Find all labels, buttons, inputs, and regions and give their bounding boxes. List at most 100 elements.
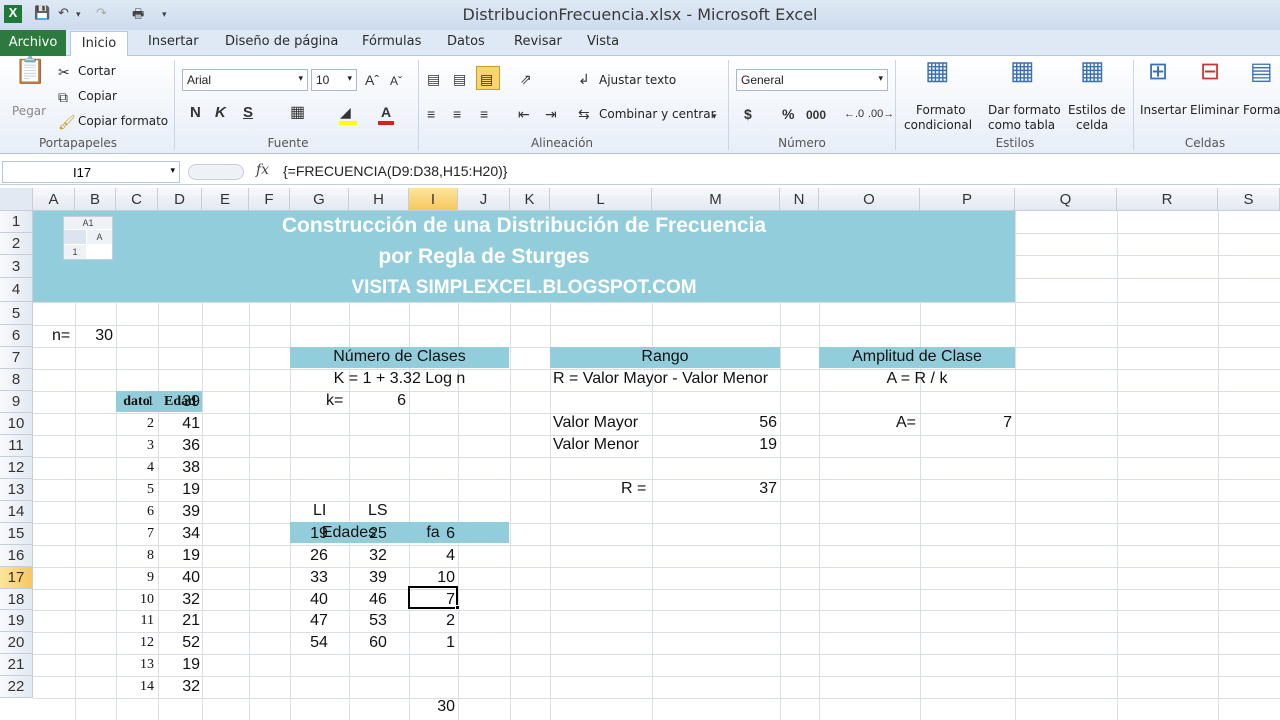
format-as-table-label-1[interactable]: Dar formato (988, 103, 1061, 117)
row-header-12[interactable]: 12 (0, 457, 33, 479)
formula-input[interactable]: {=FRECUENCIA(D9:D38,H15:H20)} (283, 163, 507, 179)
number-format-select[interactable]: General ▾ (736, 69, 888, 91)
column-header-n[interactable]: N (780, 188, 819, 211)
thousands-button[interactable]: 000 (806, 107, 826, 123)
column-header-s[interactable]: S (1218, 188, 1280, 211)
orientation-icon[interactable]: ⇗ (520, 71, 532, 87)
column-header-k[interactable]: K (510, 188, 550, 211)
decrease-font-icon[interactable]: Aˇ (390, 73, 402, 89)
merge-center-icon[interactable]: ⇆ (578, 106, 590, 122)
row-header-21[interactable]: 21 (0, 654, 33, 676)
underline-button[interactable]: S (243, 105, 253, 121)
cell-styles-label-1[interactable]: Estilos de (1068, 103, 1126, 117)
paste-icon[interactable]: 📋 (14, 57, 46, 98)
row-header-10[interactable]: 10 (0, 413, 33, 435)
insert-cells-icon[interactable]: ⊞ (1148, 60, 1168, 84)
tab-inicio[interactable]: Inicio (70, 31, 128, 57)
row-header-20[interactable]: 20 (0, 632, 33, 654)
increase-indent-icon[interactable]: ⇥ (545, 106, 557, 122)
column-header-e[interactable]: E (202, 188, 249, 211)
align-left-icon[interactable]: ≡ (427, 106, 435, 122)
insert-function-icon[interactable]: fx (256, 162, 269, 178)
align-right-icon[interactable]: ≡ (480, 106, 488, 122)
tab-insertar[interactable]: Insertar (148, 34, 199, 49)
column-header-h[interactable]: H (349, 188, 409, 211)
spreadsheet-grid[interactable]: ABCDEFGHIJKLMNOPQRS 1 2 3 4 5 6 7 8 9 10 11 12 13 14 1… (0, 188, 1280, 720)
percent-button[interactable]: % (782, 106, 794, 122)
decrease-decimal-icon[interactable]: .00→ (868, 106, 894, 122)
column-header-d[interactable]: D (158, 188, 202, 211)
borders-icon[interactable]: ▦ (290, 105, 305, 121)
font-color-icon[interactable]: A (381, 104, 391, 120)
row-header-9[interactable]: 9 (0, 391, 33, 413)
row-header-19[interactable]: 19 (0, 610, 33, 632)
font-name-select[interactable]: Arial ▾ (182, 69, 308, 91)
column-header-g[interactable]: G (290, 188, 349, 211)
row-header-17[interactable]: 17 (0, 567, 33, 589)
tab-archivo[interactable]: Archivo (0, 30, 66, 56)
active-cell-i17[interactable] (408, 586, 458, 609)
tab-revisar[interactable]: Revisar (514, 34, 562, 49)
format-as-table-icon[interactable]: ▦ (1010, 57, 1035, 83)
tab-formulas[interactable]: Fórmulas (362, 34, 421, 49)
align-center-icon[interactable]: ≡ (453, 106, 461, 122)
currency-button[interactable]: $ (744, 106, 752, 122)
row-header-15[interactable]: 15 (0, 523, 33, 545)
row-header-11[interactable]: 11 (0, 435, 33, 457)
column-header-j[interactable]: J (458, 188, 510, 211)
format-cells-icon[interactable]: ▤ (1250, 60, 1273, 84)
format-as-table-label-2[interactable]: como tabla (988, 118, 1055, 132)
fill-color-icon[interactable]: ◢ (340, 104, 351, 120)
column-header-r[interactable]: R (1117, 188, 1218, 211)
select-all-corner[interactable] (0, 188, 33, 211)
formula-bar-splitter[interactable] (188, 164, 244, 180)
name-box[interactable]: I17 ▾ (2, 161, 180, 183)
format-cells-button[interactable]: Forma (1243, 103, 1280, 117)
column-header-q[interactable]: Q (1015, 188, 1117, 211)
conditional-format-label-2[interactable]: condicional (904, 118, 972, 132)
increase-font-icon[interactable]: Aˆ (365, 72, 379, 88)
conditional-format-label-1[interactable]: Formato (916, 103, 966, 117)
format-painter-button[interactable]: Copiar formato (78, 114, 168, 128)
increase-decimal-icon[interactable]: ←.0 (844, 106, 864, 122)
cut-icon[interactable]: ✂ (58, 64, 70, 80)
format-painter-icon[interactable]: 🖌 (58, 114, 76, 130)
row-header-14[interactable]: 14 (0, 501, 33, 523)
column-header-m[interactable]: M (652, 188, 780, 211)
row-header-4[interactable]: 4 (0, 278, 33, 302)
row-header-7[interactable]: 7 (0, 347, 33, 369)
row-header-1[interactable]: 1 (0, 211, 33, 233)
wrap-text-icon[interactable]: ↲ (578, 71, 590, 87)
cell-styles-label-2[interactable]: celda (1076, 118, 1108, 132)
bold-button[interactable]: N (190, 105, 201, 121)
row-header-5[interactable]: 5 (0, 302, 33, 325)
row-header-13[interactable]: 13 (0, 479, 33, 501)
copy-icon[interactable]: ⧉ (58, 89, 68, 105)
fill-handle[interactable] (455, 605, 460, 610)
cell-styles-icon[interactable]: ▦ (1080, 57, 1105, 83)
column-header-i[interactable]: I (409, 188, 458, 211)
column-header-b[interactable]: B (75, 188, 116, 211)
row-header-2[interactable]: 2 (0, 233, 33, 255)
align-middle-icon[interactable]: ▤ (453, 71, 466, 87)
tab-diseno-pagina[interactable]: Diseño de página (225, 34, 338, 49)
align-bottom-icon[interactable]: ▤ (480, 71, 493, 87)
italic-button[interactable]: K (215, 105, 226, 121)
column-header-c[interactable]: C (116, 188, 158, 211)
column-header-p[interactable]: P (920, 188, 1015, 211)
row-header-16[interactable]: 16 (0, 545, 33, 567)
merge-dropdown-icon[interactable]: ▾ (712, 108, 717, 124)
column-header-a[interactable]: A (33, 188, 75, 211)
delete-cells-icon[interactable]: ⊟ (1200, 60, 1220, 84)
wrap-text-button[interactable]: Ajustar texto (599, 73, 676, 87)
tab-datos[interactable]: Datos (447, 34, 485, 49)
column-header-l[interactable]: L (550, 188, 652, 211)
column-header-f[interactable]: F (249, 188, 290, 211)
delete-cells-button[interactable]: Eliminar (1190, 103, 1239, 117)
font-size-select[interactable]: 10 ▾ (311, 69, 357, 91)
paste-button[interactable]: Pegar (12, 104, 46, 118)
conditional-format-icon[interactable]: ▦ (925, 57, 950, 83)
column-header-o[interactable]: O (819, 188, 920, 211)
align-top-icon[interactable]: ▤ (427, 71, 440, 87)
tab-vista[interactable]: Vista (587, 34, 619, 49)
